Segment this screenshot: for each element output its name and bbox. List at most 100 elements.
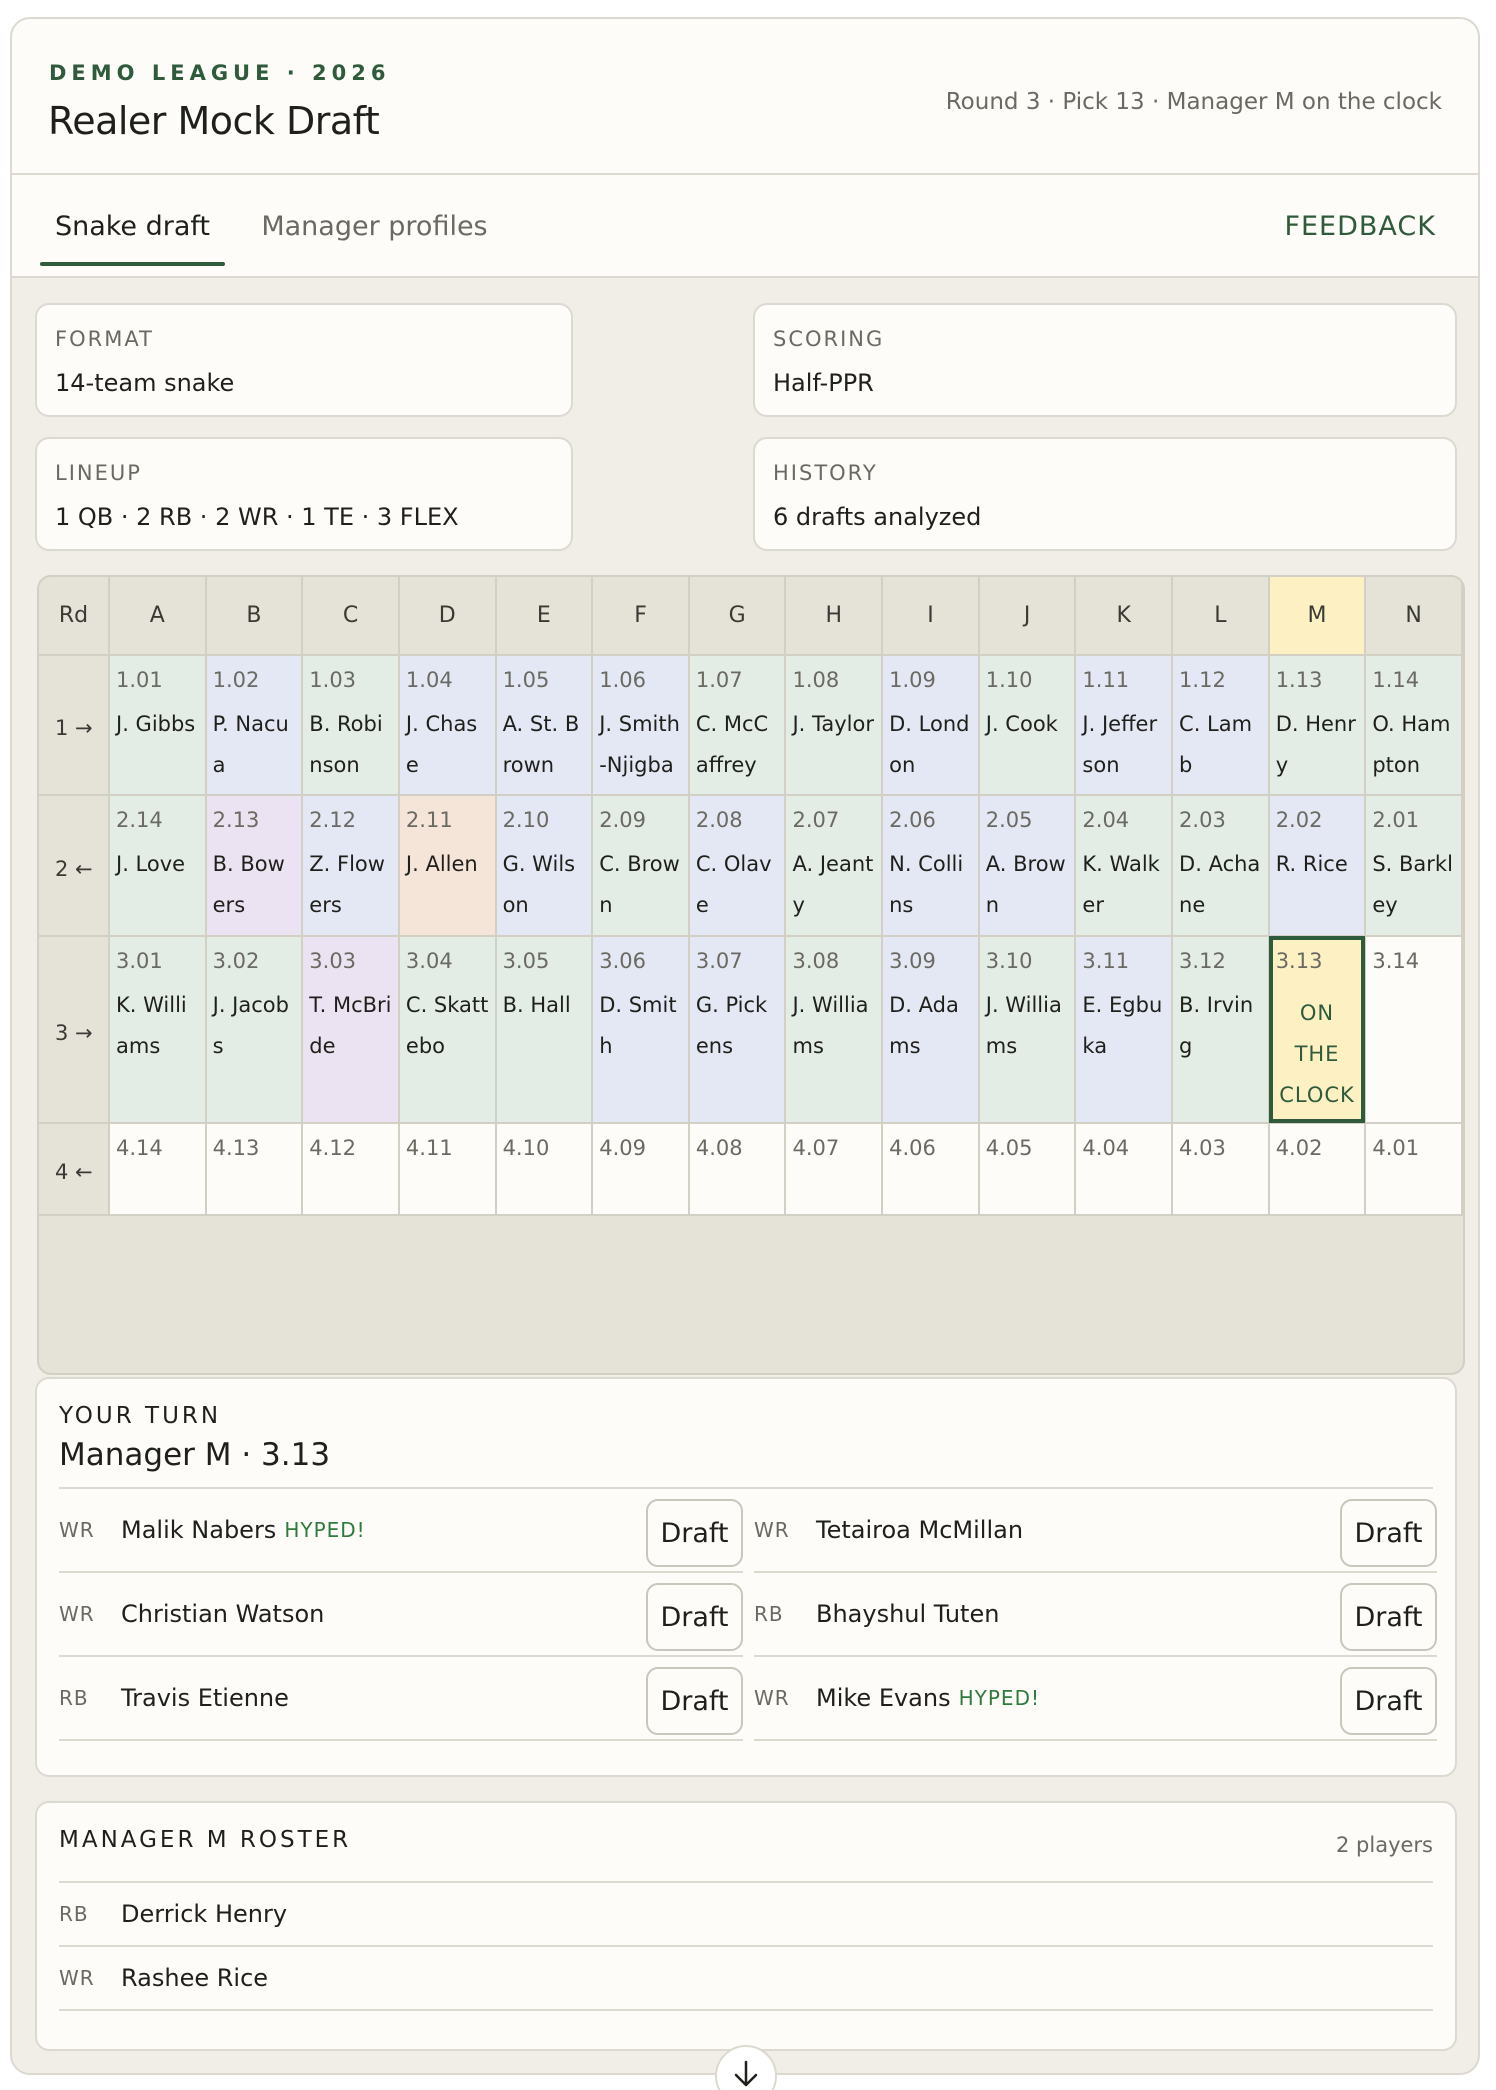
pick-number: 1.05: [502, 668, 550, 692]
position-tag: WR: [754, 1686, 790, 1710]
position-tag: WR: [59, 1966, 95, 1990]
pick-number: 3.10: [985, 949, 1033, 973]
pick-cell[interactable]: 4.12: [302, 1123, 400, 1216]
pick-number: 4.05: [985, 1136, 1033, 1160]
tab-manager-profiles[interactable]: Manager profiles: [252, 175, 497, 278]
pick-cell: 2.11 J. Allen: [398, 795, 497, 937]
draft-button[interactable]: Draft: [646, 1499, 743, 1567]
pick-player-name: D. Achane: [1179, 852, 1261, 917]
player-name-text: Bhayshul Tuten: [816, 1600, 1000, 1628]
pick-number: 2.07: [792, 808, 840, 832]
pick-player-name: J. Cook: [985, 712, 1058, 736]
pick-number: 4.04: [1082, 1136, 1130, 1160]
pick-cell[interactable]: 4.11: [398, 1123, 497, 1216]
pick-player-name: C. Lamb: [1179, 712, 1253, 777]
draft-button[interactable]: Draft: [646, 1667, 743, 1735]
round-label: 4 ←: [39, 1123, 110, 1216]
scoring-value: Half-PPR: [773, 369, 874, 397]
team-column-header: H: [785, 577, 884, 656]
pick-number: 2.01: [1372, 808, 1420, 832]
feedback-link[interactable]: FEEDBACK: [1284, 175, 1436, 278]
pick-cell[interactable]: 4.01: [1365, 1123, 1463, 1216]
team-column-header: M: [1268, 577, 1367, 656]
draft-board-table: Rd ABCDEFGHIJKLMN 1 → 1.01 J. Gibbs 1.02 P. …: [39, 577, 1463, 1216]
pick-number: 4.07: [792, 1136, 840, 1160]
pick-number: 3.09: [889, 949, 936, 973]
pick-cell: 2.07 A. Jeanty: [785, 795, 884, 937]
pick-number: 1.02: [212, 668, 260, 692]
board-round-row: 2 ← 2.14 J. Love 2.13 B. Bowers 2.12 Z. Flower…: [39, 795, 1463, 937]
player-name-text: Christian Watson: [121, 1600, 325, 1628]
pick-number: 3.14: [1372, 949, 1420, 973]
player-name: Bhayshul Tuten: [816, 1573, 999, 1655]
pick-cell: 2.02 R. Rice: [1268, 795, 1367, 937]
pick-number: 1.14: [1372, 668, 1420, 692]
pick-number: 4.06: [889, 1136, 936, 1160]
pick-cell[interactable]: 4.09: [592, 1123, 690, 1216]
pick-cell: 2.14 J. Love: [109, 795, 207, 937]
draft-button[interactable]: Draft: [1340, 1499, 1437, 1567]
team-column-header: D: [398, 577, 497, 656]
pick-number: 1.01: [116, 668, 163, 692]
player-row: WR Mike Evans HYPED! Draft: [754, 1657, 1437, 1741]
draft-button[interactable]: Draft: [1340, 1667, 1437, 1735]
pick-cell: 3.10 J. Williams: [978, 936, 1077, 1124]
history-label: HISTORY: [773, 461, 878, 485]
pick-player-name: G. Pickens: [695, 993, 768, 1058]
pick-cell[interactable]: 4.07: [785, 1123, 884, 1216]
pick-cell: 1.09 D. London: [882, 655, 980, 796]
pick-number: 1.13: [1275, 668, 1323, 692]
pick-player-name: D. Smith: [599, 993, 677, 1058]
pick-player-name: C. Brown: [599, 852, 680, 917]
board-round-row: 3 → 3.01 K. Williams 3.02 J. Jacobs 3.03 T. Mc…: [39, 936, 1463, 1124]
pick-cell: 3.05 B. Hall: [495, 936, 594, 1124]
pick-cell[interactable]: 4.10: [495, 1123, 594, 1216]
pick-cell[interactable]: 4.03: [1172, 1123, 1270, 1216]
pick-cell: 1.01 J. Gibbs: [109, 655, 207, 796]
team-column-header: N: [1365, 577, 1463, 656]
pick-player-name: D. London: [889, 712, 970, 777]
pick-cell[interactable]: 4.06: [882, 1123, 980, 1216]
pick-cell[interactable]: 4.02: [1268, 1123, 1367, 1216]
player-name: Rashee Rice: [121, 1964, 269, 1992]
pick-player-name: J. Allen: [405, 852, 478, 876]
pick-number: 2.09: [599, 808, 646, 832]
on-the-clock-label: ON THE CLOCK: [1279, 1001, 1355, 1107]
player-name: Derrick Henry: [121, 1900, 288, 1928]
pick-player-name: D. Adams: [889, 993, 959, 1058]
pick-cell[interactable]: 4.08: [688, 1123, 787, 1216]
pick-player-name: R. Rice: [1275, 852, 1348, 876]
roster-row: WR Rashee Rice: [59, 1947, 1433, 2011]
draft-button[interactable]: Draft: [1340, 1583, 1437, 1651]
team-column-header: B: [205, 577, 304, 656]
pick-cell[interactable]: 4.05: [978, 1123, 1077, 1216]
draft-button[interactable]: Draft: [646, 1583, 743, 1651]
scoring-card: SCORING Half-PPR: [753, 303, 1457, 417]
header: DEMO LEAGUE · 2026 Realer Mock Draft Rou…: [12, 19, 1478, 175]
pick-player-name: C. Skattebo: [405, 993, 489, 1058]
player-name-text: Mike Evans: [816, 1684, 951, 1712]
pick-player-name: G. Wilson: [502, 852, 576, 917]
pick-cell[interactable]: 4.04: [1075, 1123, 1174, 1216]
pick-player-name: J. Chase: [405, 712, 478, 777]
player-name-text: Malik Nabers: [121, 1516, 277, 1544]
position-tag: RB: [754, 1602, 784, 1626]
position-tag: RB: [59, 1902, 89, 1926]
tab-snake-draft[interactable]: Snake draft: [40, 175, 225, 278]
lineup-label: LINEUP: [55, 461, 142, 485]
pick-player-name: T. McBride: [309, 993, 392, 1058]
pick-number: 4.08: [695, 1136, 743, 1160]
board-header-row: Rd ABCDEFGHIJKLMN: [39, 577, 1463, 656]
pick-player-name: N. Collins: [889, 852, 964, 917]
team-column-header: E: [495, 577, 594, 656]
pick-cell: 3.06 D. Smith: [592, 936, 690, 1124]
pick-number: 1.10: [985, 668, 1033, 692]
hyped-badge: HYPED!: [958, 1686, 1040, 1710]
pick-cell[interactable]: 4.14: [109, 1123, 207, 1216]
player-name: Christian Watson: [121, 1573, 324, 1655]
pick-number: 3.02: [212, 949, 260, 973]
pick-cell[interactable]: 3.13 ON THE CLOCK: [1268, 936, 1367, 1124]
pick-cell[interactable]: 4.13: [205, 1123, 304, 1216]
position-tag: RB: [59, 1686, 89, 1710]
pick-cell[interactable]: 3.14: [1365, 936, 1463, 1124]
